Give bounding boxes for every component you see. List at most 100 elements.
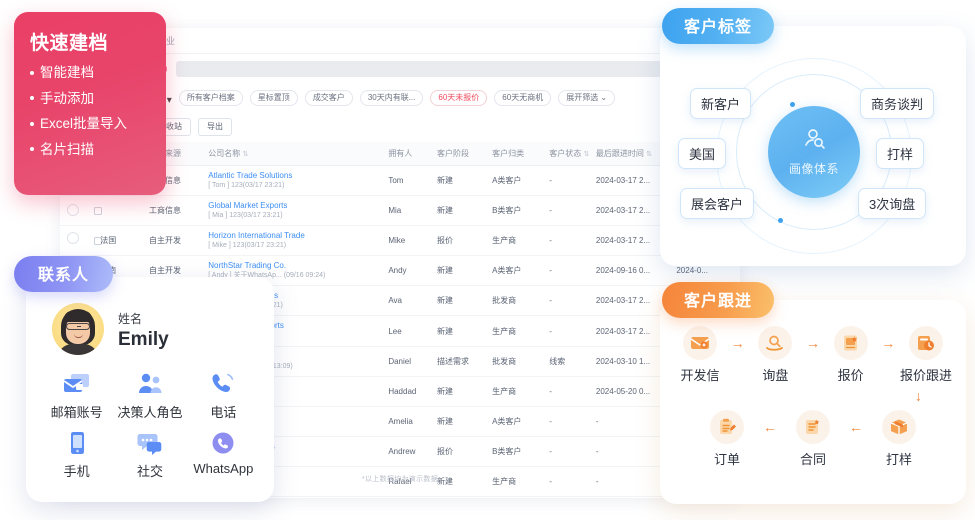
contact-channel-label: 社交 bbox=[136, 464, 163, 479]
row-stage: 报价 bbox=[437, 225, 493, 257]
row-owner: Lucas bbox=[388, 496, 438, 498]
user-search-icon bbox=[799, 127, 829, 158]
table-row[interactable]: 工商信息 Global Market Exports[ Mia ] 123(03/… bbox=[60, 195, 740, 227]
arrow-left-icon: ← bbox=[763, 419, 777, 435]
glasses-icon bbox=[66, 323, 90, 330]
row-category: A类客户 bbox=[492, 165, 550, 197]
row-category: B类客户 bbox=[492, 195, 550, 227]
contact-name-label: 姓名 bbox=[118, 311, 143, 326]
mail-send-icon bbox=[683, 326, 718, 360]
contact-channel-whatsapp[interactable]: WhatsApp bbox=[187, 430, 260, 480]
row-status: - bbox=[549, 436, 596, 467]
tag-pill-inquiries[interactable]: 3次询盘 bbox=[858, 188, 927, 219]
tag-pill-country[interactable]: 美国 bbox=[678, 138, 727, 169]
flow-step-sampling[interactable]: 打样 bbox=[867, 410, 931, 468]
row-stage: 新建 bbox=[437, 496, 493, 498]
row-owner: Haddad bbox=[388, 376, 438, 407]
flow-step-inquiry[interactable]: 询盘 bbox=[747, 326, 803, 384]
list-item: Excel批量导入 bbox=[30, 117, 154, 131]
contact-channel-label: 电话 bbox=[210, 405, 237, 420]
orbit-dot bbox=[778, 218, 783, 223]
table-row[interactable]: 法国 自主开发 Horizon International Trade[ Mike … bbox=[60, 225, 740, 257]
contact-channel-role[interactable]: 决策人角色 bbox=[113, 371, 186, 421]
filter-chip-4[interactable]: 60天未报价 bbox=[430, 90, 488, 106]
filter-chip-3[interactable]: 30天内有联... bbox=[359, 90, 424, 106]
flow-step-label: 报价 bbox=[837, 368, 864, 383]
sort-icon[interactable]: ⇅ bbox=[646, 151, 652, 158]
row-country bbox=[100, 195, 149, 227]
sample-box-icon bbox=[882, 410, 916, 444]
inquiry-hand-icon bbox=[758, 326, 793, 360]
filter-chip-expand[interactable]: 展开筛选 ⌄ bbox=[558, 90, 616, 106]
flow-step-contract[interactable]: 合同 bbox=[781, 410, 845, 468]
flow-step-order[interactable]: 订单 bbox=[695, 410, 759, 468]
th-owner: 拥有人 bbox=[388, 142, 438, 166]
row-status: - bbox=[549, 255, 596, 287]
phone-icon bbox=[208, 371, 238, 397]
contact-channel-label: WhatsApp bbox=[193, 461, 254, 476]
row-source: 自主开发 bbox=[148, 225, 209, 257]
action-button-2[interactable]: 导出 bbox=[198, 118, 232, 136]
row-source: 工商信息 bbox=[148, 195, 209, 227]
bullet-icon bbox=[30, 70, 34, 75]
orbit-dot bbox=[790, 102, 795, 107]
th-category: 客户归类 bbox=[492, 142, 550, 166]
row-status: - bbox=[549, 376, 596, 407]
row-company[interactable]: Horizon International Trade[ Mike ] 123(… bbox=[208, 225, 389, 257]
avatar-fringe bbox=[64, 311, 92, 322]
tag-core: 画像体系 bbox=[768, 106, 860, 198]
tag-pill-sampling[interactable]: 打样 bbox=[876, 138, 925, 169]
filter-chip-2[interactable]: 成交客户 bbox=[304, 90, 353, 106]
tag-pill-new-customer[interactable]: 新客户 bbox=[690, 88, 752, 119]
contact-channel-mobile[interactable]: 手机 bbox=[40, 430, 113, 480]
contact-name-value: Emily bbox=[118, 328, 169, 350]
row-company[interactable]: Global Market Exports[ Mia ] 123(03/17 2… bbox=[208, 195, 389, 227]
arrow-down-icon: → bbox=[913, 390, 929, 404]
sort-icon[interactable]: ⇅ bbox=[584, 151, 590, 158]
quote-doc-icon bbox=[833, 326, 868, 360]
tag-pill-expo-customer[interactable]: 展会客户 bbox=[680, 188, 755, 219]
row-owner: Ava bbox=[388, 285, 438, 317]
flow-step-label: 开发信 bbox=[680, 368, 720, 383]
row-category: A类客户 bbox=[492, 255, 550, 287]
filter-chip-1[interactable]: 星标置顶 bbox=[249, 90, 298, 106]
contact-channel-grid: 邮箱账号 决策人角色 电话 手机 社交 WhatsApp bbox=[40, 371, 260, 480]
filter-chip-5[interactable]: 60天无商机 bbox=[494, 90, 552, 106]
row-category: 生产商 bbox=[492, 225, 550, 257]
flow-step-quotation[interactable]: 报价 bbox=[823, 326, 879, 384]
row-stage: 报价 bbox=[437, 436, 493, 467]
th-stage: 客户阶段 bbox=[437, 142, 493, 166]
th-status[interactable]: 客户状态 ⇅ bbox=[549, 142, 596, 166]
contact-card-badge: 联系人 bbox=[14, 256, 114, 292]
arrow-right-icon: → bbox=[805, 335, 820, 351]
filter-chip-0[interactable]: 所有客户档案 bbox=[178, 90, 243, 106]
row-company[interactable]: Atlantic Trade Solutions[ Tom ] 123(03/1… bbox=[208, 165, 389, 197]
row-category: 生产商 bbox=[492, 315, 550, 347]
avatar-body bbox=[58, 344, 98, 355]
order-clipboard-icon bbox=[710, 410, 744, 444]
th-company[interactable]: 公司名称 ⇅ bbox=[208, 142, 389, 166]
flow-step-quote-follow-up[interactable]: 报价跟进 bbox=[898, 326, 954, 384]
row-stage: 新建 bbox=[437, 406, 493, 437]
quick-archive-list: 智能建档 手动添加 Excel批量导入 名片扫描 bbox=[30, 66, 154, 156]
search-input[interactable] bbox=[176, 61, 722, 77]
arrow-right-icon: → bbox=[881, 335, 896, 351]
quote-follow-icon bbox=[908, 326, 943, 360]
contact-channel-label: 决策人角色 bbox=[117, 405, 183, 420]
row-stage: 新建 bbox=[437, 376, 493, 407]
sort-icon[interactable]: ⇅ bbox=[243, 151, 249, 158]
customer-tag-card-badge: 客户标签 bbox=[662, 8, 775, 44]
customer-tag-card: 画像体系 新客户 美国 展会客户 商务谈判 打样 3次询盘 bbox=[660, 26, 966, 266]
flow-step-development-letter[interactable]: 开发信 bbox=[672, 326, 728, 384]
follow-up-card: 开发信 → 询盘 → 报价 → 报价跟进 → 订单 ← 合同 ← 打样 bbox=[660, 300, 966, 504]
row-category: 批发商 bbox=[492, 346, 550, 377]
row-owner: Lee bbox=[388, 315, 438, 347]
list-item: 智能建档 bbox=[30, 66, 154, 80]
contact-channel-email[interactable]: 邮箱账号 bbox=[40, 371, 113, 421]
tag-pill-negotiation[interactable]: 商务谈判 bbox=[860, 88, 935, 119]
contact-channel-phone[interactable]: 电话 bbox=[187, 371, 260, 421]
contact-channel-social[interactable]: 社交 bbox=[113, 430, 186, 480]
rail-icon-1[interactable] bbox=[67, 204, 79, 216]
contact-person: 姓名 Emily bbox=[40, 303, 260, 355]
rail-icon-2[interactable] bbox=[67, 232, 79, 244]
